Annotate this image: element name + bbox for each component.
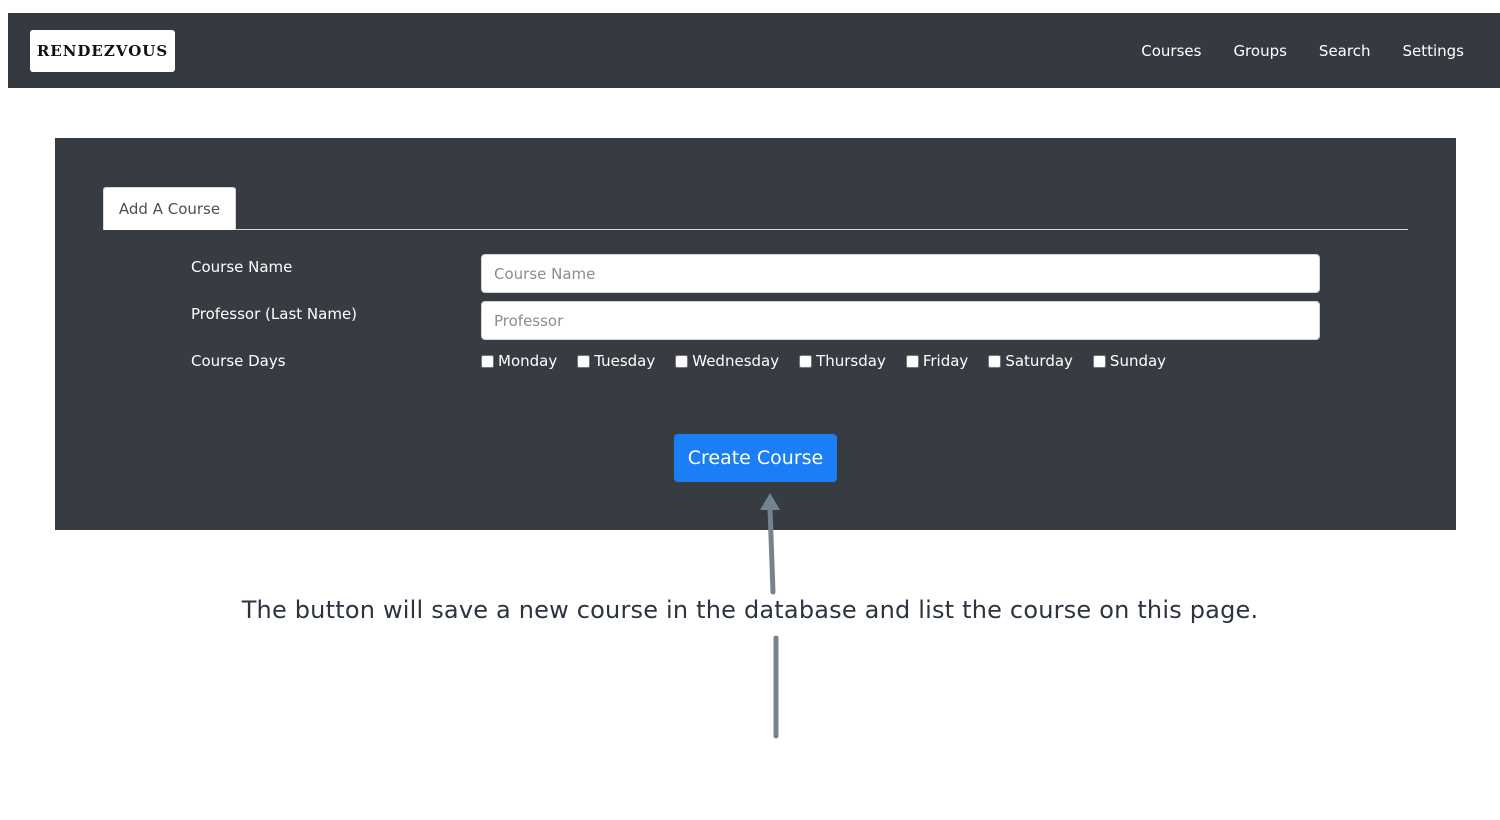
arrow-up-line	[767, 505, 776, 595]
annotation-caption: The button will save a new course in the…	[241, 596, 1259, 624]
annotation-arrows	[760, 493, 780, 739]
arrow-up-head	[760, 493, 780, 510]
